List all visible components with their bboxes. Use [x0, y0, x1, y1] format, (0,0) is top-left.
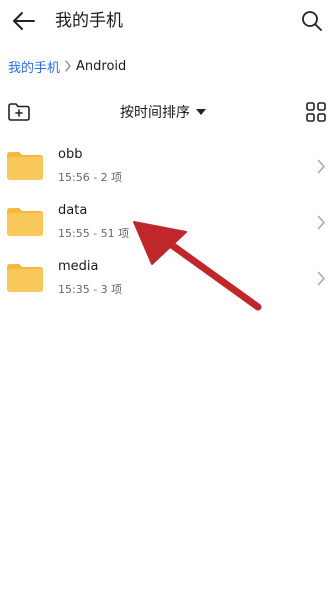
folder-icon	[7, 152, 43, 180]
folder-meta: 15:56 - 2 项	[58, 171, 123, 184]
chevron-right-icon	[315, 157, 327, 175]
folder-icon	[7, 264, 43, 292]
folder-name: data	[58, 203, 88, 218]
caret-down-icon	[196, 108, 206, 116]
folder-meta: 15:55 - 51 项	[58, 227, 130, 240]
breadcrumb: 我的手机 Android	[8, 56, 126, 76]
sort-dropdown[interactable]: 按时间排序	[120, 100, 206, 124]
new-folder-icon	[8, 103, 30, 121]
toolbar: 按时间排序	[0, 96, 335, 128]
page-title: 我的手机	[55, 11, 123, 31]
search-icon	[302, 11, 322, 31]
breadcrumb-separator-icon	[64, 60, 72, 72]
chevron-right-icon	[315, 269, 327, 287]
breadcrumb-current: Android	[76, 58, 127, 74]
folder-row-obb[interactable]: obb 15:56 - 2 项	[0, 138, 335, 194]
back-arrow-icon	[13, 12, 35, 30]
chevron-right-icon	[315, 213, 327, 231]
folder-icon	[7, 208, 43, 236]
breadcrumb-root[interactable]: 我的手机	[8, 57, 60, 76]
folder-row-media[interactable]: media 15:35 - 3 项	[0, 250, 335, 306]
file-manager-screen: 我的手机 我的手机 Android 按时间排序 obb 15:56 - 2 项 …	[0, 0, 335, 611]
grid-view-button[interactable]	[303, 99, 329, 125]
folder-row-data[interactable]: data 15:55 - 51 项	[0, 194, 335, 250]
search-button[interactable]	[297, 6, 327, 36]
folder-meta: 15:35 - 3 项	[58, 283, 123, 296]
folder-name: obb	[58, 147, 83, 162]
sort-label: 按时间排序	[120, 105, 190, 121]
folder-name: media	[58, 259, 99, 274]
back-button[interactable]	[6, 6, 42, 36]
top-bar: 我的手机	[0, 0, 335, 44]
folder-list: obb 15:56 - 2 项 data 15:55 - 51 项 media …	[0, 138, 335, 306]
grid-view-icon	[306, 102, 326, 122]
new-folder-button[interactable]	[6, 99, 32, 125]
